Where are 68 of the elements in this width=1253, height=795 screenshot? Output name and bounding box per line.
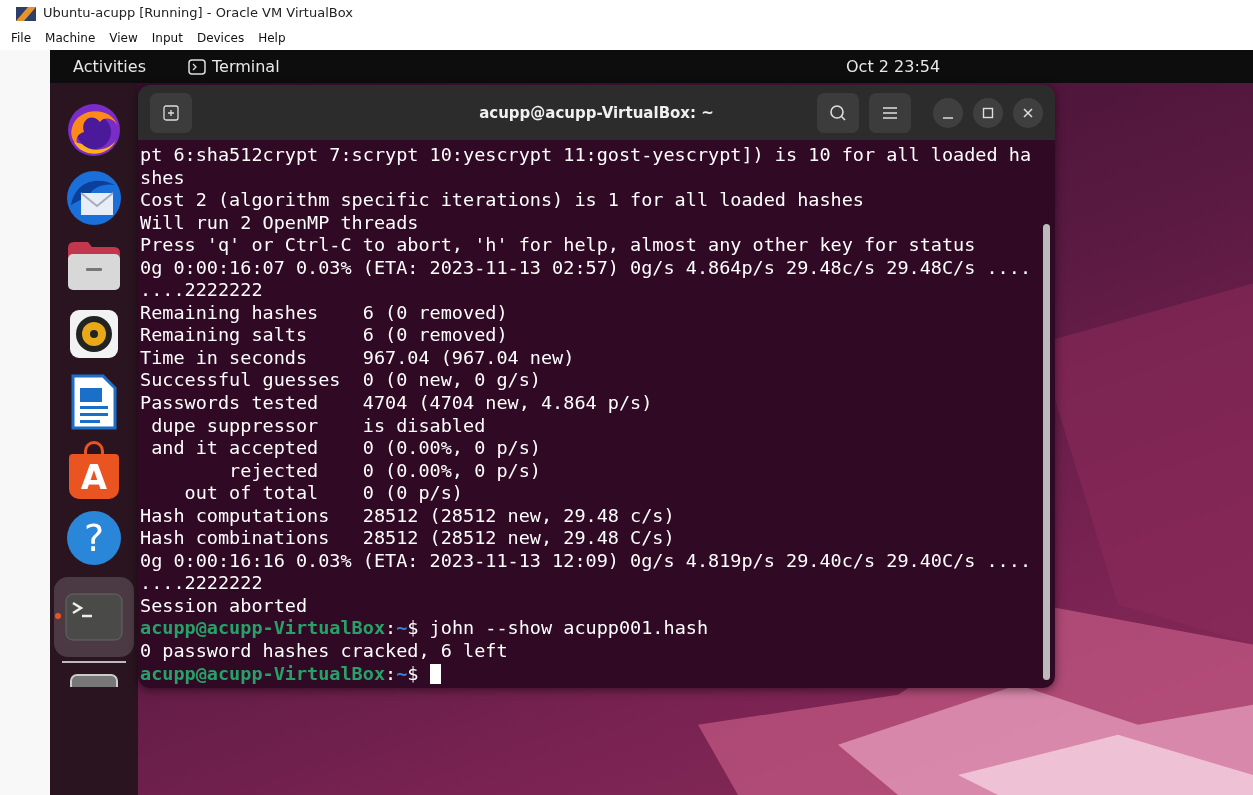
terminal-text: $ [407,662,420,684]
maximize-icon [982,106,994,119]
folder-icon[interactable] [66,240,122,292]
clock[interactable]: Oct 2 23:54 [846,57,941,76]
app-icon[interactable] [69,673,119,687]
window-title: Ubuntu-acupp [Running] - Oracle VM VirtualBox [43,5,353,20]
terminal-text: ....2222222 [140,572,263,594]
minimize-icon [943,116,953,119]
terminal-text: ....2222222 [140,279,263,301]
terminal-text: Session aborted [140,594,308,616]
terminal-text: Remaining salts 6 (0 removed) [140,324,508,346]
terminal-icon [188,58,206,75]
terminal-text: Hash computations 28512 (28512 new, 29.48 c/s) [140,504,675,526]
menu-item[interactable]: Input [144,30,190,45]
terminal-text: out of total 0 (0 p/s) [183,482,463,504]
document-icon[interactable] [71,374,117,430]
terminal-text: shes [140,166,185,188]
terminal-text: 0g 0:00:16:16 0.03% (ETA: 2023-11-13 12:09) 0g/s 4.819p/s 29.40c/s 29.40C/s .... [140,549,1032,571]
text-cursor [429,663,441,684]
terminal-text: Hash combinations 28512 (28512 new, 29.48 C/s) [140,527,675,549]
terminal-text: $ john --show acupp001.hash [407,617,709,639]
terminal-text: : [385,662,397,684]
terminal-text: dupe suppressor is disabled [150,414,486,436]
terminal-text: : [385,617,397,639]
scrollbar[interactable] [1043,224,1050,680]
close-button[interactable] [1013,97,1043,128]
cube-icon [16,4,36,21]
minimize-button[interactable] [933,97,963,128]
prompt-user: acupp@acupp-VirtualBox [140,662,386,684]
terminal-text: and it accepted 0 (0.00%, 0 p/s) [150,437,541,459]
terminal-text: Passwords tested 4704 (4704 new, 4.864 p/s) [140,392,653,413]
terminal-text: 0 password hashes cracked, 6 left [140,640,508,662]
speaker-icon[interactable] [69,309,119,359]
menu-item[interactable]: File [4,30,39,45]
globe-icon[interactable] [66,102,122,158]
running-indicator [55,613,61,619]
menu-item[interactable]: Machine [38,30,103,45]
terminal-text: Will run 2 OpenMP threads [140,211,419,233]
terminal-text: Time in seconds 967.04 (967.04 new) [140,346,575,368]
menu-item[interactable]: View [102,30,145,45]
terminal-text: Remaining hashes 6 (0 removed) [140,301,508,323]
terminal-text: Successful guesses 0 (0 new, 0 g/s) [140,369,541,391]
maximize-button[interactable] [973,97,1003,128]
app-menu-label[interactable]: Terminal [212,57,280,76]
prompt-path: ~ [396,662,408,684]
menu-item[interactable]: Devices [189,30,252,45]
prompt-path: ~ [396,617,408,639]
dock-item[interactable]: ? [54,509,134,567]
search-icon [829,103,847,122]
terminal-text: 0g 0:00:16:07 0.03% (ETA: 2023-11-13 02:57) 0g/s 4.864p/s 29.48c/s 29.48C/s .... [140,256,1032,278]
help-icon: ? [67,511,121,565]
close-icon [1022,106,1034,119]
search-button[interactable] [817,92,859,133]
terminal-text: pt 6:sha512crypt 7:scrypt 10:yescrypt 11:gost-yescrypt]) is 10 for all loaded ha [140,144,1032,165]
prompt-user: acupp@acupp-VirtualBox [140,617,386,639]
menu-item[interactable]: Help [251,30,293,45]
menu-button[interactable] [869,92,911,133]
new-tab-icon [163,104,179,121]
terminal-icon [65,593,123,641]
new-tab-button[interactable] [150,92,192,133]
terminal-text: Cost 2 (algorithm specific iterations) is 1 for all loaded hashes [140,189,864,211]
terminal-text: rejected 0 (0.00%, 0 p/s) [228,459,541,481]
dock-item[interactable]: A [54,441,134,499]
window-title: acupp@acupp-VirtualBox: ~ [479,103,714,122]
envelope-icon[interactable] [65,169,123,227]
terminal-text: Press 'q' or Ctrl-C to abort, 'h' for help, almost any other key for status [140,234,976,256]
menu-icon [882,105,898,120]
activities-button[interactable]: Activities [50,57,146,76]
